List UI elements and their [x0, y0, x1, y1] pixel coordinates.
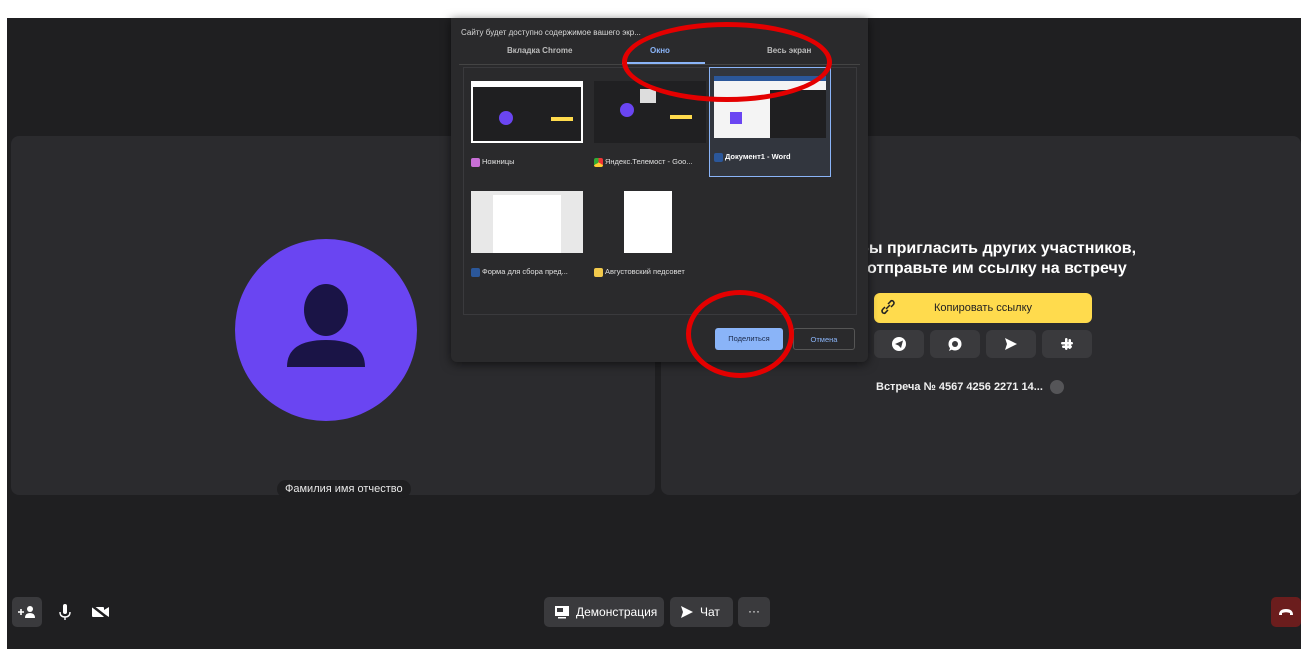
screen-share-label: Демонстрация [576, 605, 658, 619]
window-thumbnail [594, 81, 706, 143]
chat-button[interactable]: Чат [670, 597, 733, 627]
window-thumbnail [471, 191, 583, 253]
window-thumbnail [594, 191, 706, 253]
window-card-snipping[interactable]: Ножницы [467, 73, 587, 181]
send-share-button[interactable] [986, 330, 1036, 358]
window-thumbnail [714, 76, 826, 138]
slack-icon [1061, 338, 1073, 350]
invite-text-line1: бы пригласить других участников, [859, 240, 1137, 257]
more-button[interactable]: ··· [738, 597, 770, 627]
whatsapp-icon [948, 337, 962, 351]
camera-off-icon [90, 604, 110, 620]
invite-text-line2: отправьте им ссылку на встречу [867, 260, 1127, 277]
microphone-icon [59, 604, 71, 620]
screen-share-icon [555, 606, 569, 619]
cancel-button[interactable]: Отмена [793, 328, 855, 350]
slack-share-button[interactable] [1042, 330, 1092, 358]
microphone-button[interactable] [50, 597, 80, 627]
whatsapp-share-button[interactable] [930, 330, 980, 358]
window-card-word[interactable]: Документ1 - Word [709, 67, 831, 177]
meeting-id-text: Встреча № 4567 4256 2271 14... [876, 380, 1043, 393]
folder-icon [594, 267, 603, 277]
dialog-title: Сайту будет доступно содержимое вашего э… [461, 28, 641, 37]
window-label: Форма для сбора пред... [471, 267, 587, 277]
screen-share-button[interactable]: Демонстрация [544, 597, 664, 627]
scissors-app-icon [471, 157, 480, 167]
send-icon [1005, 338, 1017, 350]
share-button[interactable]: Поделиться [715, 328, 783, 350]
tab-entire-screen[interactable]: Весь экран [767, 46, 811, 55]
send-icon [681, 606, 693, 618]
share-screen-dialog: Сайту будет доступно содержимое вашего э… [451, 18, 868, 362]
copy-link-button[interactable]: Копировать ссылку [874, 293, 1092, 323]
window-label: Ножницы [471, 157, 587, 167]
phone-hangup-icon [1279, 609, 1293, 615]
user-silhouette-icon [287, 284, 365, 367]
window-card-telemost[interactable]: Яндекс.Телемост - Goo... [590, 73, 710, 181]
camera-off-button[interactable] [85, 597, 115, 627]
word-icon [714, 152, 723, 162]
word-icon [471, 267, 480, 277]
telegram-icon [892, 337, 906, 351]
tab-divider [459, 64, 860, 65]
window-label: Документ1 - Word [714, 152, 830, 162]
avatar [235, 239, 417, 421]
telegram-share-button[interactable] [874, 330, 924, 358]
window-card-form[interactable]: Форма для сбора пред... [467, 183, 587, 291]
copy-link-label: Копировать ссылку [933, 302, 1033, 314]
tab-chrome[interactable]: Вкладка Chrome [507, 46, 572, 55]
chrome-icon [594, 157, 603, 167]
tab-window[interactable]: Окно [650, 46, 670, 55]
meeting-id: Встреча № 4567 4256 2271 14... [876, 380, 1064, 394]
add-user-icon [18, 606, 35, 618]
video-call-stage: Фамилия имя отчество бы пригласить други… [7, 18, 1301, 649]
window-thumbnail [471, 81, 583, 143]
add-participant-button[interactable] [12, 597, 42, 627]
participant-name: Фамилия имя отчество [277, 480, 411, 498]
window-card-explorer[interactable]: Августовский педсовет [590, 183, 710, 291]
window-label: Августовский педсовет [594, 267, 710, 277]
window-label: Яндекс.Телемост - Goo... [594, 157, 710, 167]
hang-up-button[interactable] [1271, 597, 1301, 627]
windows-grid: Ножницы Яндекс.Телемост - Goo... Докумен [463, 67, 857, 315]
chat-label: Чат [700, 605, 720, 619]
copy-meeting-id-icon[interactable] [1049, 380, 1064, 394]
